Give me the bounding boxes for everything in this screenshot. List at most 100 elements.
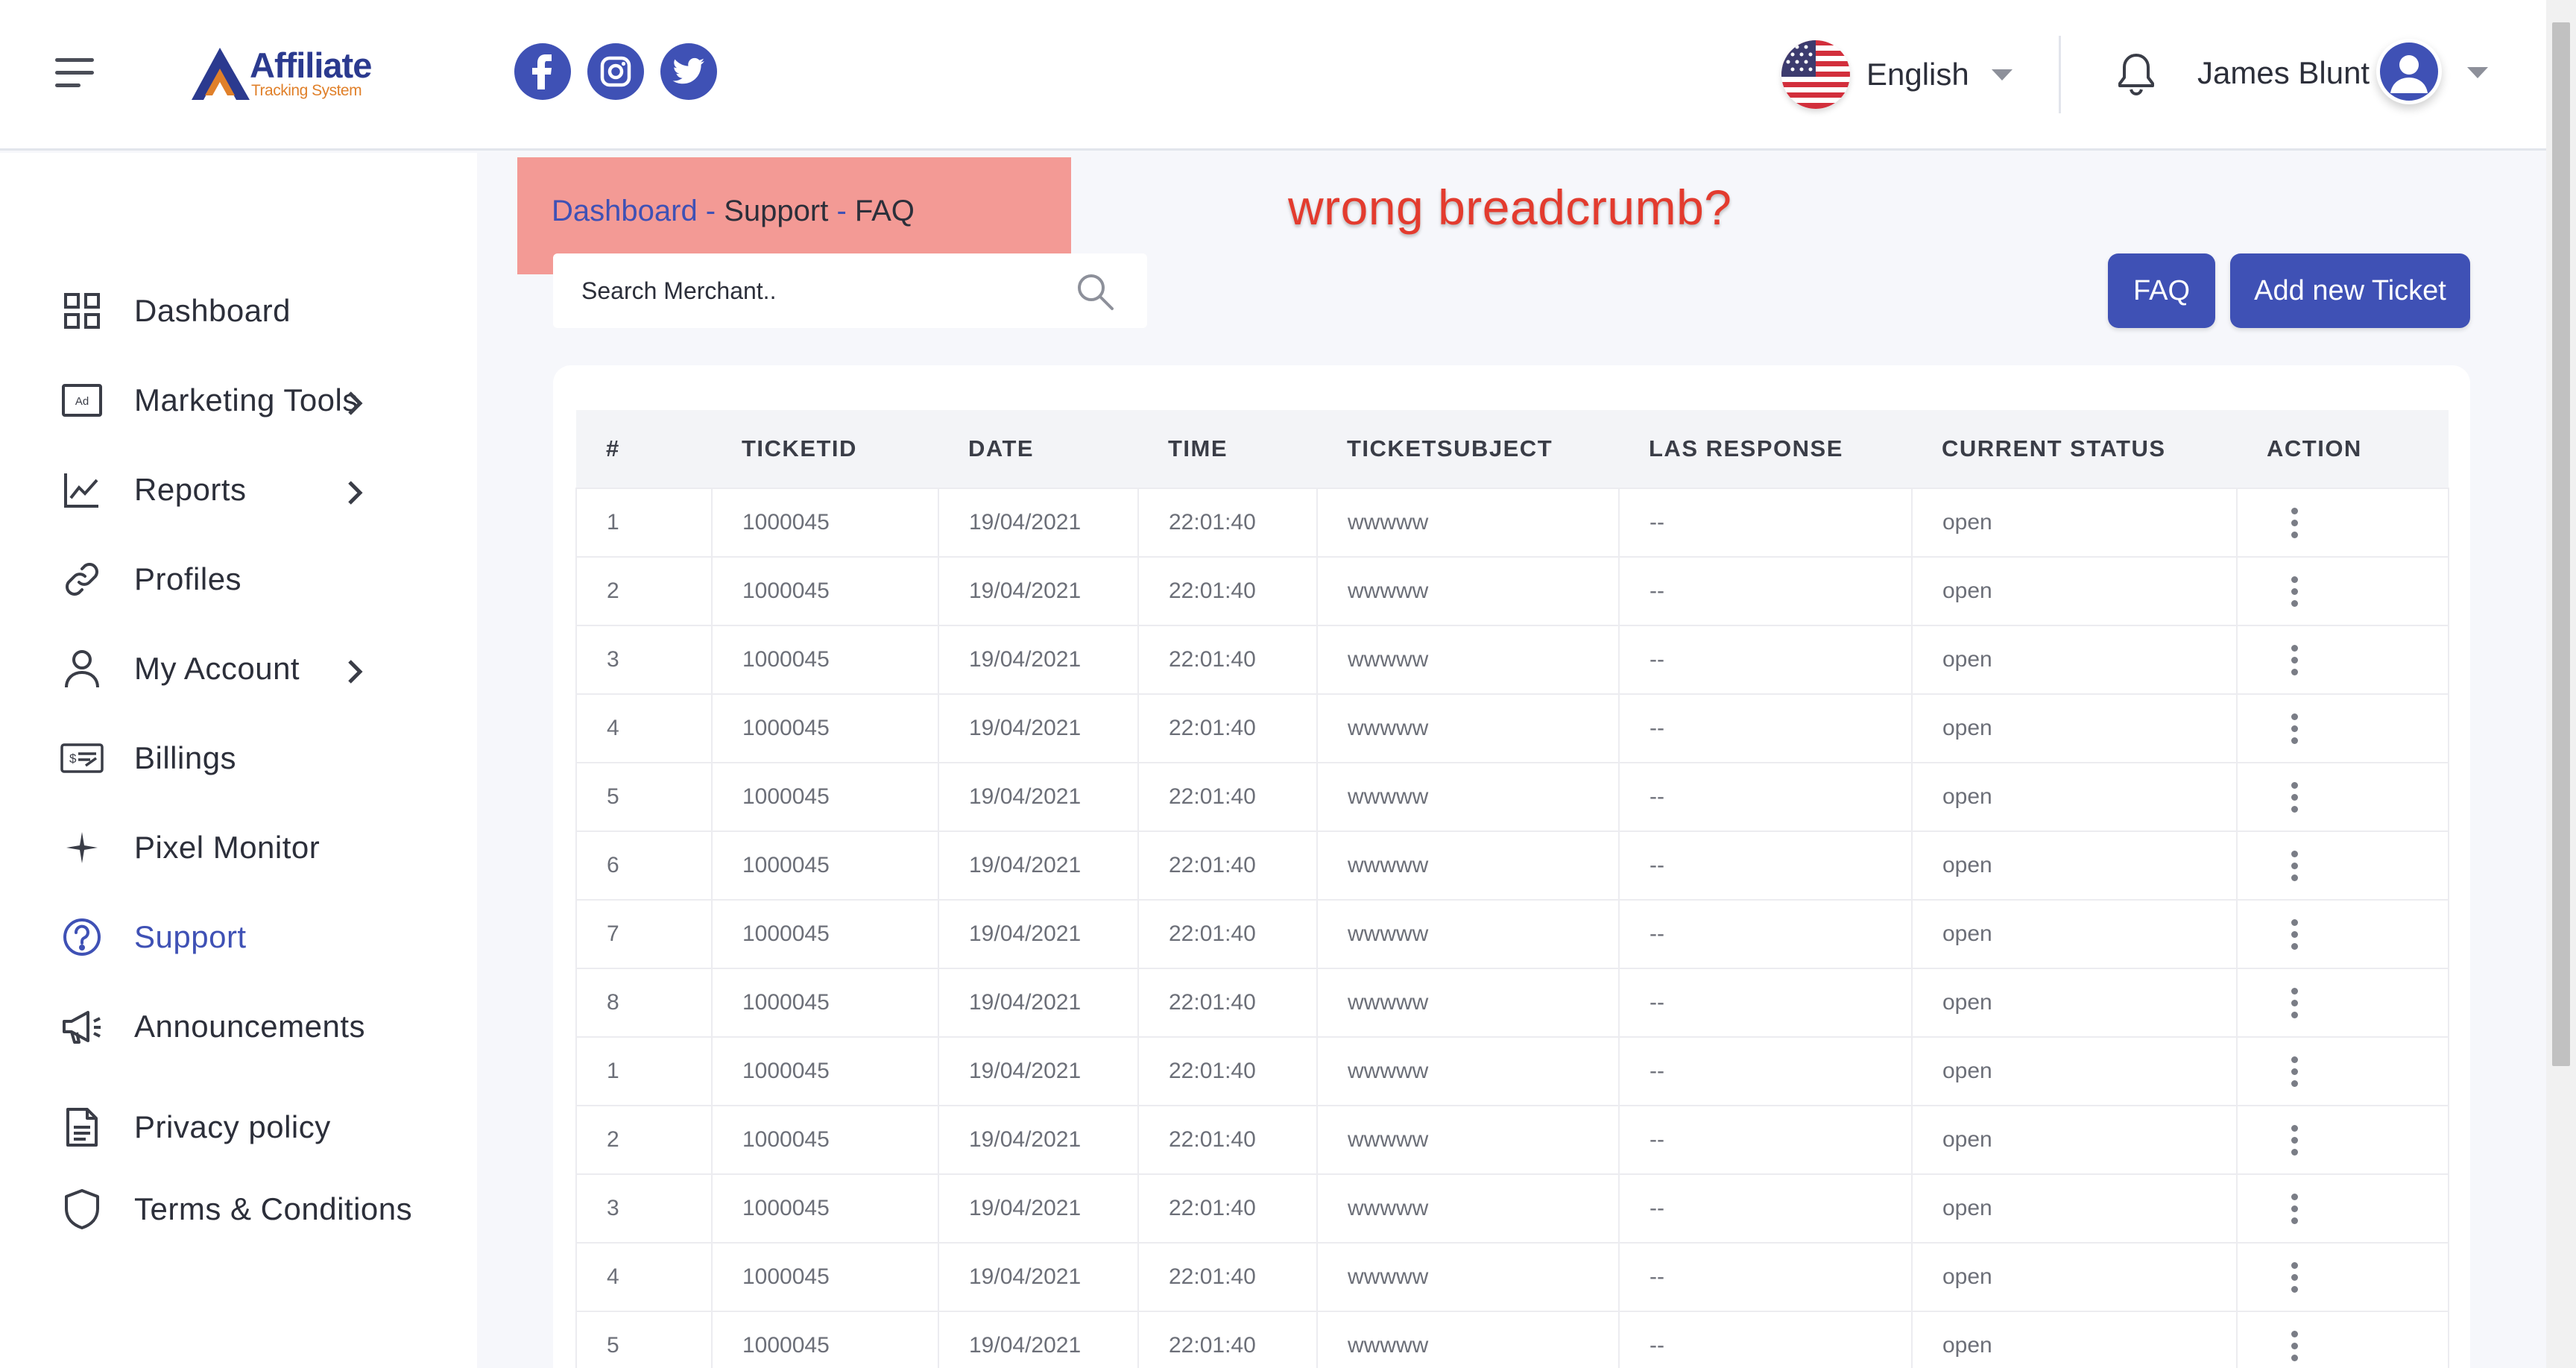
sidebar-item-marketing-tools[interactable]: Ad Marketing Tools <box>58 374 359 426</box>
search-input[interactable] <box>581 253 1058 328</box>
more-vertical-icon[interactable] <box>2287 1330 2302 1361</box>
ticket-id-cell: 1000045 <box>711 1105 939 1175</box>
more-vertical-icon[interactable] <box>2287 1056 2302 1087</box>
sidebar-item-billings[interactable]: $ Billings <box>58 732 236 784</box>
ticket-id-cell: 1000045 <box>711 1173 939 1244</box>
sidebar-item-my-account[interactable]: My Account <box>58 643 300 695</box>
table-row[interactable]: 5 1000045 19/04/2021 22:01:40 wwwww -- open <box>575 1311 2449 1368</box>
date-cell: 19/04/2021 <box>938 899 1139 969</box>
sidebar-item-label: Announcements <box>134 1009 366 1044</box>
chevron-right-icon[interactable] <box>339 388 369 418</box>
bell-icon[interactable] <box>2115 52 2157 97</box>
ticket-id-cell: 1000045 <box>711 625 939 695</box>
column-header: # <box>576 410 712 488</box>
subject-cell: wwwww <box>1316 830 1620 901</box>
date-cell: 19/04/2021 <box>938 968 1139 1038</box>
row-number-cell: 2 <box>575 556 713 626</box>
time-cell: 22:01:40 <box>1137 1242 1318 1312</box>
user-menu-chevron-icon[interactable] <box>2467 67 2488 78</box>
sidebar-item-label: Terms & Conditions <box>134 1191 413 1226</box>
ticket-id-cell: 1000045 <box>711 1242 939 1312</box>
header-divider <box>2059 36 2061 113</box>
help-circle-icon <box>58 913 106 961</box>
logo-title: Affiliate <box>250 45 372 85</box>
instagram-icon[interactable] <box>587 43 644 100</box>
column-header: TICKETSUBJECT <box>1317 410 1619 488</box>
breadcrumb-item-dashboard[interactable]: Dashboard <box>552 195 698 227</box>
action-cell <box>2236 556 2449 626</box>
table-row[interactable]: 5 1000045 19/04/2021 22:01:40 wwwww -- open <box>575 762 2449 832</box>
time-cell: 22:01:40 <box>1137 693 1318 763</box>
sidebar-item-announcements[interactable]: Announcements <box>58 1000 365 1053</box>
table-row[interactable]: 2 1000045 19/04/2021 22:01:40 wwwww -- open <box>575 556 2449 626</box>
table-row[interactable]: 1 1000045 19/04/2021 22:01:40 wwwww -- open <box>575 488 2449 558</box>
date-cell: 19/04/2021 <box>938 1105 1139 1175</box>
subject-cell: wwwww <box>1316 556 1620 626</box>
table-row[interactable]: 8 1000045 19/04/2021 22:01:40 wwwww -- open <box>575 968 2449 1038</box>
more-vertical-icon[interactable] <box>2287 644 2302 675</box>
status-cell: open <box>1911 1311 2238 1368</box>
status-cell: open <box>1911 625 2238 695</box>
menu-toggle-icon[interactable] <box>55 58 94 88</box>
more-vertical-icon[interactable] <box>2287 713 2302 744</box>
twitter-icon[interactable] <box>660 43 717 100</box>
more-vertical-icon[interactable] <box>2287 1193 2302 1224</box>
more-vertical-icon[interactable] <box>2287 1124 2302 1156</box>
breadcrumb: Dashboard - Support - FAQ <box>552 195 915 228</box>
status-cell: open <box>1911 693 2238 763</box>
subject-cell: wwwww <box>1316 968 1620 1038</box>
table-row[interactable]: 3 1000045 19/04/2021 22:01:40 wwwww -- open <box>575 1173 2449 1244</box>
scrollbar-thumb[interactable] <box>2552 22 2570 1066</box>
search-icon[interactable] <box>1075 271 1115 312</box>
more-vertical-icon[interactable] <box>2287 850 2302 881</box>
tickets-card: # TICKETID DATE TIME TICKETSUBJECT LAS R… <box>553 365 2470 1368</box>
more-vertical-icon[interactable] <box>2287 918 2302 950</box>
last-response-cell: -- <box>1618 556 1913 626</box>
time-cell: 22:01:40 <box>1137 1311 1318 1368</box>
table-row[interactable]: 2 1000045 19/04/2021 22:01:40 wwwww -- open <box>575 1105 2449 1175</box>
ad-icon: Ad <box>58 376 106 424</box>
faq-button[interactable]: FAQ <box>2108 253 2215 328</box>
chevron-right-icon[interactable] <box>339 478 369 508</box>
vertical-scrollbar[interactable] <box>2546 0 2576 1368</box>
time-cell: 22:01:40 <box>1137 899 1318 969</box>
avatar[interactable] <box>2376 39 2442 104</box>
sidebar-item-support[interactable]: Support <box>58 911 247 963</box>
more-vertical-icon[interactable] <box>2287 507 2302 538</box>
table-row[interactable]: 4 1000045 19/04/2021 22:01:40 wwwww -- open <box>575 1242 2449 1312</box>
date-cell: 19/04/2021 <box>938 556 1139 626</box>
action-cell <box>2236 762 2449 832</box>
language-selector[interactable]: English <box>1781 39 2012 110</box>
facebook-icon[interactable] <box>514 43 571 100</box>
sidebar-item-privacy-policy[interactable]: Privacy policy <box>58 1101 331 1153</box>
table-row[interactable]: 3 1000045 19/04/2021 22:01:40 wwwww -- open <box>575 625 2449 695</box>
more-vertical-icon[interactable] <box>2287 1261 2302 1293</box>
breadcrumb-separator: - <box>697 195 724 227</box>
table-row[interactable]: 6 1000045 19/04/2021 22:01:40 wwwww -- open <box>575 830 2449 901</box>
status-cell: open <box>1911 556 2238 626</box>
review-annotation: wrong breadcrumb? <box>1288 180 1732 235</box>
status-cell: open <box>1911 1036 2238 1106</box>
column-header: TICKETID <box>712 410 938 488</box>
sidebar-item-reports[interactable]: Reports <box>58 464 247 516</box>
date-cell: 19/04/2021 <box>938 762 1139 832</box>
more-vertical-icon[interactable] <box>2287 576 2302 607</box>
sidebar-item-terms-conditions[interactable]: Terms & Conditions <box>58 1183 412 1235</box>
table-row[interactable]: 7 1000045 19/04/2021 22:01:40 wwwww -- open <box>575 899 2449 969</box>
chevron-right-icon[interactable] <box>339 657 369 687</box>
more-vertical-icon[interactable] <box>2287 781 2302 813</box>
sidebar-item-profiles[interactable]: Profiles <box>58 553 242 605</box>
date-cell: 19/04/2021 <box>938 625 1139 695</box>
time-cell: 22:01:40 <box>1137 1105 1318 1175</box>
more-vertical-icon[interactable] <box>2287 987 2302 1018</box>
action-cell <box>2236 899 2449 969</box>
table-row[interactable]: 4 1000045 19/04/2021 22:01:40 wwwww -- open <box>575 693 2449 763</box>
sidebar-item-dashboard[interactable]: Dashboard <box>58 285 291 337</box>
breadcrumb-item-support[interactable]: Support <box>724 195 828 227</box>
time-cell: 22:01:40 <box>1137 830 1318 901</box>
action-cell <box>2236 1036 2449 1106</box>
add-new-ticket-button[interactable]: Add new Ticket <box>2230 253 2470 328</box>
time-cell: 22:01:40 <box>1137 1036 1318 1106</box>
sidebar-item-pixel-monitor[interactable]: Pixel Monitor <box>58 822 320 874</box>
table-row[interactable]: 1 1000045 19/04/2021 22:01:40 wwwww -- open <box>575 1036 2449 1106</box>
